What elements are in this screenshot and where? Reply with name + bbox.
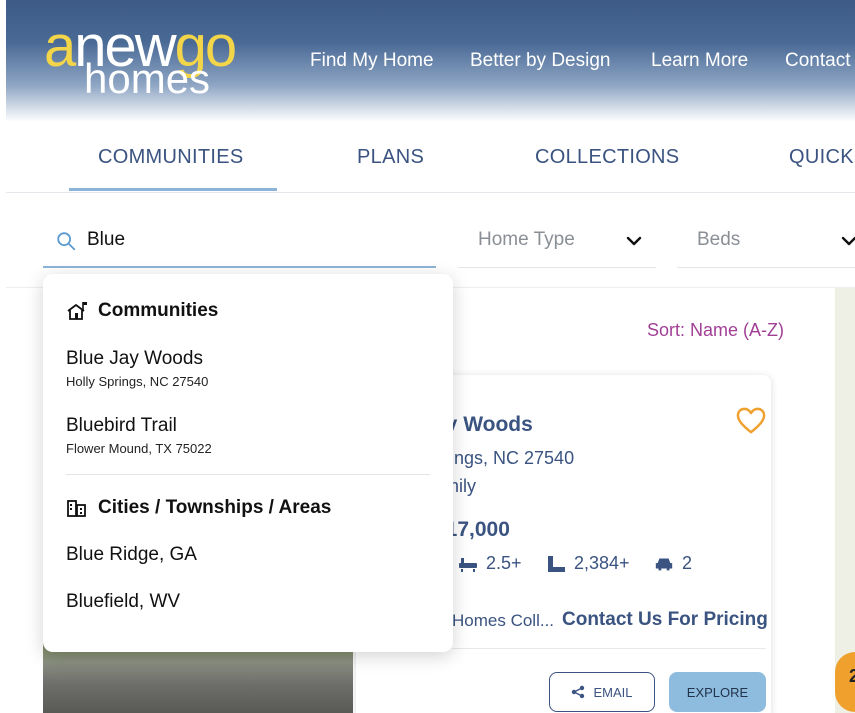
suggestion-community[interactable]: Bluebird Trail Flower Mound, TX 75022 <box>66 415 212 456</box>
nav-learn-more[interactable]: Learn More <box>651 50 748 72</box>
dropdown-divider <box>66 474 430 475</box>
beds-select[interactable]: Beds <box>677 218 855 268</box>
sqft-spec: 2,384+ <box>546 553 630 574</box>
garage-spec: 2 <box>654 553 692 574</box>
map-panel[interactable]: 2 <box>835 288 855 713</box>
communities-heading: Communities <box>66 300 218 322</box>
share-icon <box>572 685 585 699</box>
suggestion-name: Bluebird Trail <box>66 415 177 436</box>
heart-icon[interactable] <box>736 407 766 435</box>
garage-value: 2 <box>682 553 693 573</box>
bathtub-icon <box>459 557 477 572</box>
card-divider <box>452 648 766 649</box>
nav-better-by-design[interactable]: Better by Design <box>470 50 610 72</box>
beds-label: Beds <box>697 229 741 250</box>
cities-heading: Cities / Townships / Areas <box>66 497 331 519</box>
chevron-down-icon <box>841 236 855 246</box>
home-type-select[interactable]: Home Type <box>458 218 656 268</box>
search-input[interactable] <box>87 226 417 254</box>
baths-value: 2.5+ <box>486 553 522 573</box>
card-location: prings, NC 27540 <box>434 448 575 468</box>
tab-quick[interactable]: QUICK <box>789 146 854 169</box>
home-type-label: Home Type <box>478 229 575 250</box>
search-suggestions-dropdown: Communities Blue Jay Woods Holly Springs… <box>43 274 453 652</box>
map-cluster-badge[interactable]: 2 <box>835 652 855 712</box>
house-flag-icon <box>67 302 87 320</box>
explore-button-label: EXPLORE <box>686 684 749 700</box>
card-collection: Homes Coll... <box>452 611 555 630</box>
tab-bar: COMMUNITIES PLANS COLLECTIONS QUICK <box>6 122 855 193</box>
buildings-icon <box>67 500 86 517</box>
sort-dropdown[interactable]: Sort: Name (A-Z) <box>647 320 784 341</box>
suggestion-location: Flower Mound, TX 75022 <box>66 441 212 456</box>
communities-heading-label: Communities <box>98 300 219 321</box>
sqft-value: 2,384+ <box>574 553 630 573</box>
contact-pricing-link[interactable]: Contact Us For Pricing <box>562 609 768 631</box>
nav-contact[interactable]: Contact <box>785 50 850 72</box>
search-field[interactable] <box>43 218 436 268</box>
search-icon <box>57 232 76 251</box>
explore-button[interactable]: EXPLORE <box>669 672 766 712</box>
car-icon <box>655 558 673 570</box>
cities-heading-label: Cities / Townships / Areas <box>98 497 332 518</box>
email-button-label: EMAIL <box>593 684 633 700</box>
suggestion-name: Blue Ridge, GA <box>66 544 197 565</box>
anewgo-logo[interactable]: anewgo homes <box>44 18 274 108</box>
logo-text-a: a <box>44 14 76 79</box>
suggestion-name: Blue Jay Woods <box>66 348 203 369</box>
suggestion-city[interactable]: Blue Ridge, GA <box>66 544 197 566</box>
email-button[interactable]: EMAIL <box>549 672 655 712</box>
baths-spec: 2.5+ <box>458 553 522 574</box>
active-tab-indicator <box>69 188 277 191</box>
nav-find-my-home[interactable]: Find My Home <box>310 50 434 72</box>
suggestion-name: Bluefield, WV <box>66 591 181 612</box>
tab-communities[interactable]: COMMUNITIES <box>98 146 244 169</box>
suggestion-city[interactable]: Bluefield, WV <box>66 591 180 613</box>
tab-plans[interactable]: PLANS <box>357 146 424 169</box>
suggestion-community[interactable]: Blue Jay Woods Holly Springs, NC 27540 <box>66 348 208 389</box>
suggestion-location: Holly Springs, NC 27540 <box>66 374 209 389</box>
site-header: anewgo homes Find My Home Better by Desi… <box>6 0 855 122</box>
chevron-down-icon <box>626 236 642 246</box>
ruler-icon <box>548 555 565 572</box>
tab-collections[interactable]: COLLECTIONS <box>535 146 679 169</box>
logo-text-homes: homes <box>84 55 211 102</box>
